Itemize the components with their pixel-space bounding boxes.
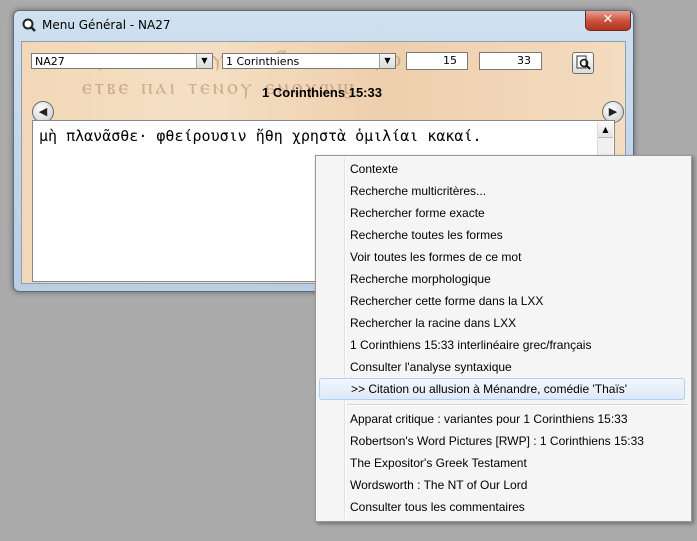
menu-item-all-forms-search[interactable]: Recherche toutes les formes <box>350 224 503 246</box>
menu-item-morphological-search[interactable]: Recherche morphologique <box>350 268 491 290</box>
reference-title: 1 Corinthiens 15:33 <box>262 85 382 100</box>
menu-item-expositors-greek-testament[interactable]: The Expositor's Greek Testament <box>350 452 527 474</box>
search-icon <box>576 55 591 70</box>
scroll-up-icon[interactable]: ▲ <box>598 122 613 138</box>
arrow-left-icon: ◀ <box>38 105 48 118</box>
close-button[interactable]: ✕ <box>585 11 631 31</box>
menu-item-interlinear[interactable]: 1 Corinthiens 15:33 interlinéaire grec/f… <box>350 334 591 356</box>
verse-field[interactable]: 33 <box>479 52 542 70</box>
menu-item-multicriteria-search[interactable]: Recherche multicritères... <box>350 180 486 202</box>
menu-item-wordsworth[interactable]: Wordsworth : The NT of Our Lord <box>350 474 527 496</box>
menu-item-search-lxx-form[interactable]: Rechercher cette forme dans la LXX <box>350 290 543 312</box>
menu-icon-gutter <box>344 158 346 519</box>
menu-item-contexte[interactable]: Contexte <box>350 158 398 180</box>
version-select[interactable]: NA27 ▼ <box>31 53 213 69</box>
search-button[interactable] <box>572 52 594 74</box>
menu-item-robertson-word-pictures[interactable]: Robertson's Word Pictures [RWP] : 1 Cori… <box>350 430 644 452</box>
context-menu: Contexte Recherche multicritères... Rech… <box>315 155 692 522</box>
chevron-down-icon[interactable]: ▼ <box>379 54 395 68</box>
menu-item-search-lxx-root[interactable]: Rechercher la racine dans LXX <box>350 312 516 334</box>
version-select-value: NA27 <box>35 55 65 68</box>
greek-verse-text[interactable]: μὴ πλανᾶσθε· φθείρουσιν ἤθη χρηστὰ ὁμιλί… <box>39 127 482 145</box>
menu-item-syntax-analysis[interactable]: Consulter l'analyse syntaxique <box>350 356 512 378</box>
chevron-down-icon[interactable]: ▼ <box>196 54 212 68</box>
menu-item-menander-citation[interactable]: >> Citation ou allusion à Ménandre, comé… <box>319 378 685 400</box>
title-bar[interactable]: Menu Général - NA27 ✕ <box>14 11 633 41</box>
magnifier-app-icon <box>22 18 36 32</box>
menu-item-all-commentaries[interactable]: Consulter tous les commentaires <box>350 496 525 518</box>
chapter-field[interactable]: 15 <box>406 52 468 70</box>
menu-separator <box>347 404 687 406</box>
book-select[interactable]: 1 Corinthiens ▼ <box>222 53 396 69</box>
window-title: Menu Général - NA27 <box>42 18 171 32</box>
book-select-value: 1 Corinthiens <box>226 55 300 68</box>
arrow-right-icon: ▶ <box>608 105 618 118</box>
menu-item-critical-apparatus[interactable]: Apparat critique : variantes pour 1 Cori… <box>350 408 628 430</box>
menu-item-view-all-forms[interactable]: Voir toutes les formes de ce mot <box>350 246 521 268</box>
menu-item-exact-form-search[interactable]: Rechercher forme exacte <box>350 202 485 224</box>
